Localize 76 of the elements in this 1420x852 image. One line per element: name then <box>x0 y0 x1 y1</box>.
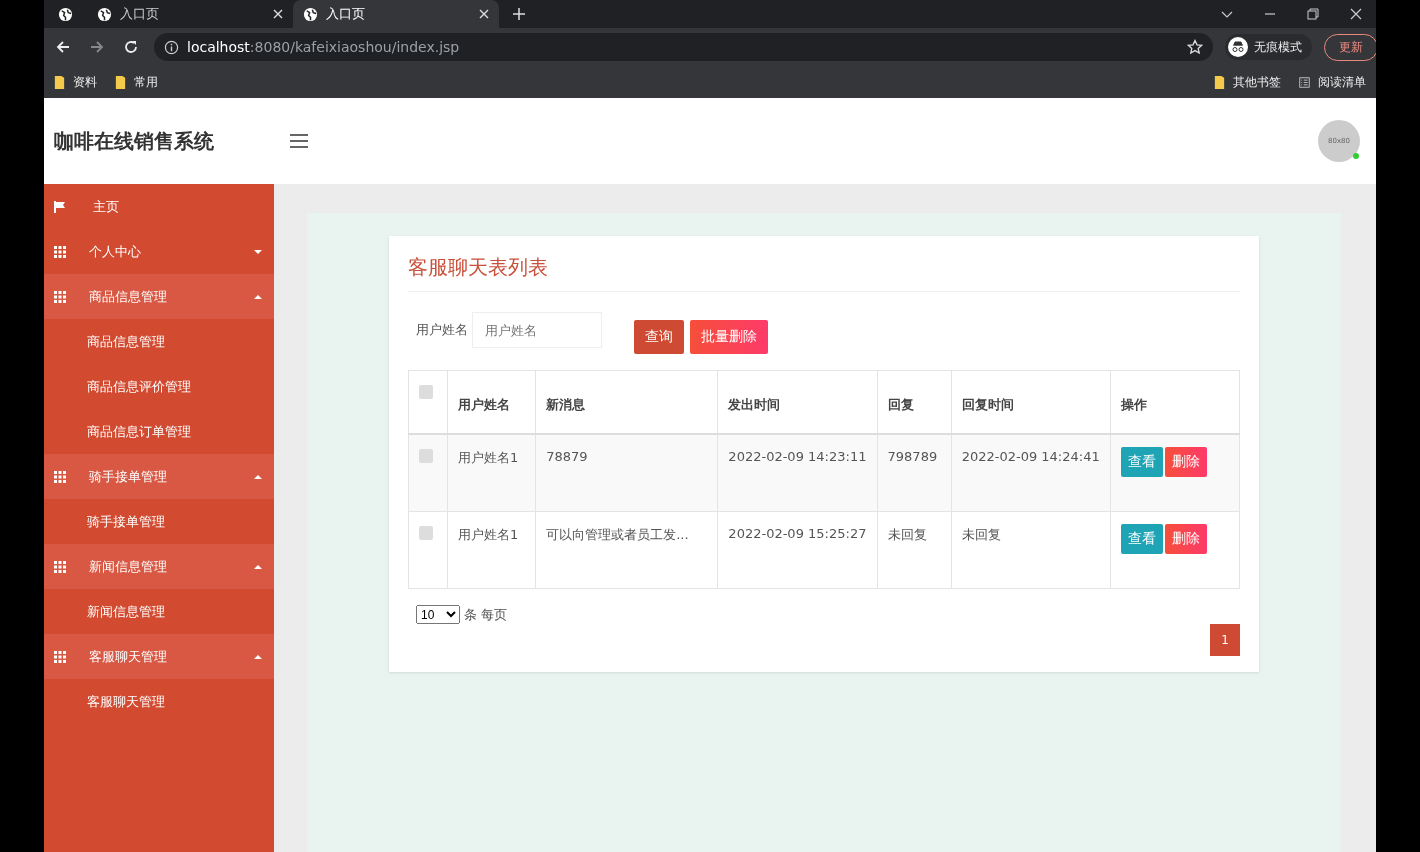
reload-icon[interactable] <box>123 39 139 55</box>
caret-up-icon <box>254 294 262 299</box>
view-button[interactable]: 查看 <box>1120 524 1163 554</box>
delete-button[interactable]: 删除 <box>1164 447 1207 477</box>
caret-up-icon <box>254 654 262 659</box>
checkbox[interactable] <box>419 449 433 463</box>
checkbox[interactable] <box>419 526 433 540</box>
sidebar-subitem[interactable]: 商品信息管理 <box>44 319 274 364</box>
table-cell: 未回复 <box>951 511 1111 589</box>
table-cell: 未回复 <box>877 511 952 589</box>
table-cell: 78879 <box>535 434 718 512</box>
sidebar-subitem[interactable]: 新闻信息管理 <box>44 589 274 634</box>
table-cell: 2022-02-09 14:24:41 <box>951 434 1111 512</box>
sidebar-group[interactable]: 新闻信息管理 <box>44 544 274 589</box>
table-cell: 2022-02-09 15:25:27 <box>717 511 878 589</box>
delete-button[interactable]: 删除 <box>1164 524 1207 554</box>
incognito-icon <box>1228 37 1248 57</box>
restore-icon[interactable] <box>1307 8 1319 20</box>
grid-icon <box>54 650 66 663</box>
globe-icon <box>303 6 318 22</box>
checkbox[interactable] <box>419 385 433 399</box>
table-cell: 用户姓名1 <box>447 434 536 512</box>
view-button[interactable]: 查看 <box>1120 447 1163 477</box>
username-field[interactable]: 用户姓名 <box>472 312 602 348</box>
info-icon <box>164 39 179 55</box>
app-title: 咖啡在线销售系统 <box>54 127 215 155</box>
flag-icon <box>54 200 66 213</box>
menu-icon[interactable] <box>290 134 308 148</box>
table-cell: 798789 <box>877 434 952 512</box>
caret-up-icon <box>254 564 262 569</box>
sidebar-subitem[interactable]: 商品信息评价管理 <box>44 364 274 409</box>
bookmark[interactable]: 常用 <box>115 73 158 91</box>
sidebar-group[interactable]: 个人中心 <box>44 229 274 274</box>
caret-up-icon <box>254 474 262 479</box>
page-button[interactable]: 1 <box>1210 624 1240 656</box>
folder-icon <box>54 75 65 89</box>
globe-icon <box>97 6 112 22</box>
table-cell: 2022-02-09 14:23:11 <box>717 434 878 512</box>
sidebar-group[interactable]: 客服聊天管理 <box>44 634 274 679</box>
browser-tab[interactable]: 入口页 <box>87 0 293 28</box>
sidebar-group[interactable]: 商品信息管理 <box>44 274 274 319</box>
table-cell: 可以向管理或者员工发... <box>535 511 718 589</box>
list-icon <box>1299 75 1310 89</box>
page-size-select[interactable]: 10 <box>416 605 460 624</box>
reading-list[interactable]: 阅读清单 <box>1299 73 1366 91</box>
grid-icon <box>54 290 66 303</box>
search-label: 用户姓名 <box>416 321 468 339</box>
sidebar-subitem[interactable]: 客服聊天管理 <box>44 679 274 724</box>
close-icon[interactable] <box>1350 8 1362 20</box>
table-cell: 用户姓名1 <box>447 511 536 589</box>
globe-icon[interactable] <box>58 6 73 22</box>
sidebar-subitem[interactable]: 骑手接单管理 <box>44 499 274 544</box>
back-icon[interactable] <box>55 39 71 55</box>
sidebar-subitem[interactable]: 商品信息订单管理 <box>44 409 274 454</box>
close-icon[interactable] <box>273 9 283 19</box>
star-icon[interactable] <box>1187 39 1203 55</box>
close-icon[interactable] <box>479 9 489 19</box>
new-tab-icon[interactable] <box>513 8 525 20</box>
sidebar-item[interactable]: 主页 <box>44 184 274 229</box>
page-size-label: 条 每页 <box>464 605 508 624</box>
incognito-profile[interactable]: 无痕模式 <box>1225 34 1312 60</box>
folder-icon <box>115 75 126 89</box>
sidebar-group[interactable]: 骑手接单管理 <box>44 454 274 499</box>
address-bar[interactable]: localhost:8080/kafeixiaoshou/index.jsp <box>154 33 1213 61</box>
card-title: 客服聊天表列表 <box>408 254 1240 292</box>
bookmark[interactable]: 资料 <box>54 73 97 91</box>
folder-icon <box>1214 75 1225 89</box>
query-button[interactable]: 查询 <box>634 320 684 354</box>
grid-icon <box>54 560 66 573</box>
bookmark[interactable]: 其他书签 <box>1214 73 1281 91</box>
caret-down-icon <box>254 249 262 254</box>
grid-icon <box>54 470 66 483</box>
batch-delete-button[interactable]: 批量删除 <box>690 320 768 354</box>
grid-icon <box>54 245 66 258</box>
forward-icon[interactable] <box>89 39 105 55</box>
browser-tab[interactable]: 入口页 <box>293 0 499 28</box>
